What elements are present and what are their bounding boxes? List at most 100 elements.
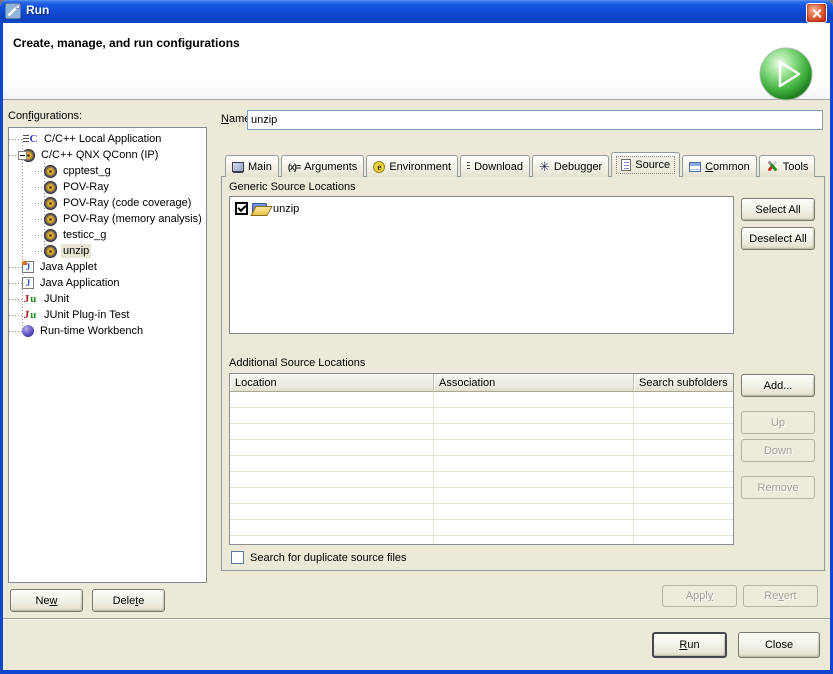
tree-item-label: JUnit Plug-in Test [42, 308, 131, 322]
tree-guide-stub [35, 171, 44, 172]
tree-item-junit-plug-in-test[interactable]: JUnit Plug-in Test [9, 307, 206, 323]
column-header-association[interactable]: Association [434, 374, 634, 392]
name-input[interactable] [247, 110, 823, 130]
tree-guide-stub [35, 251, 44, 252]
tab-label: Arguments [304, 161, 357, 173]
table-row [230, 504, 733, 520]
column-separator [433, 392, 434, 544]
deselect-all-button[interactable]: Deselect All [741, 227, 815, 250]
generic-source-item-unzip[interactable]: unzip [230, 197, 733, 215]
source-icon [621, 159, 631, 171]
main-monitor-icon [232, 162, 244, 172]
arguments-icon: (x)= [288, 162, 300, 172]
collapse-expander-icon[interactable] [18, 151, 27, 160]
qnx-gear-icon [44, 181, 57, 194]
tab-label: Download [474, 161, 523, 173]
titlebar[interactable]: Run [0, 0, 833, 23]
qnx-gear-icon [44, 229, 57, 242]
column-header-location[interactable]: Location [230, 374, 434, 392]
tree-guide-stub [9, 315, 22, 316]
tree-item-label: POV-Ray (code coverage) [61, 196, 193, 210]
add-button[interactable]: Add... [741, 374, 815, 397]
column-header-search-subfolders[interactable]: Search subfolders [634, 374, 733, 392]
tab-source[interactable]: Source [611, 152, 680, 177]
close-icon[interactable] [806, 3, 827, 23]
tree-item-label: JUnit [42, 292, 71, 306]
run-dialog: Run Create, manage, and run configuratio… [0, 0, 833, 674]
tree-item-label: POV-Ray (memory analysis) [61, 212, 204, 226]
tab-label: Common [705, 161, 750, 173]
configurations-tree-box[interactable]: C/C++ Local ApplicationC/C++ QNX QConn (… [8, 127, 207, 583]
qnx-gear-icon [44, 213, 57, 226]
apply-button[interactable]: Apply [662, 585, 737, 607]
tab-arguments[interactable]: (x)= Arguments [281, 155, 364, 177]
run-button[interactable]: Run [652, 632, 727, 658]
source-item-label: unzip [273, 203, 299, 215]
tree-item-pov-ray-memory-analysis[interactable]: POV-Ray (memory analysis) [9, 211, 206, 227]
tab-label: Source [635, 159, 670, 171]
table-row [230, 408, 733, 424]
down-button[interactable]: Down [741, 439, 815, 462]
tree-item-run-time-workbench[interactable]: Run-time Workbench [9, 323, 206, 339]
tree-item-testicc-g[interactable]: testicc_g [9, 227, 206, 243]
duplicate-sources-checkbox[interactable] [231, 551, 244, 564]
table-row [230, 392, 733, 408]
duplicate-sources-row: Search for duplicate source files [231, 551, 407, 564]
qnx-gear-icon [44, 197, 57, 210]
tab-common[interactable]: Common [682, 155, 757, 177]
tab-main[interactable]: Main [225, 155, 279, 177]
tab-tools[interactable]: Tools [759, 155, 816, 177]
tree-item-pov-ray-code-coverage[interactable]: POV-Ray (code coverage) [9, 195, 206, 211]
column-separator [633, 392, 634, 544]
tree-item-c-c-local-application[interactable]: C/C++ Local Application [9, 131, 206, 147]
additional-source-locations-label: Additional Source Locations [229, 357, 365, 369]
remove-button[interactable]: Remove [741, 476, 815, 499]
close-button[interactable]: Close [738, 632, 820, 658]
tree-item-pov-ray[interactable]: POV-Ray [9, 179, 206, 195]
download-icon [467, 162, 470, 171]
tab-download[interactable]: Download [460, 155, 530, 177]
source-tab-panel: Generic Source Locations unzip Select Al… [221, 176, 825, 571]
tree-item-label: Run-time Workbench [38, 324, 145, 338]
configurations-tree: C/C++ Local ApplicationC/C++ QNX QConn (… [9, 128, 206, 339]
configurations-label: Configurations: [8, 110, 82, 122]
table-row [230, 520, 733, 536]
tree-item-unzip[interactable]: unzip [9, 243, 206, 259]
bottom-separator [3, 618, 830, 620]
source-checkbox[interactable] [235, 202, 248, 215]
tree-item-java-application[interactable]: Java Application [9, 275, 206, 291]
table-row [230, 440, 733, 456]
tab-label: Debugger [554, 161, 602, 173]
tab-bar: Main (x)= Arguments eEnvironment Download ✳ De… [225, 152, 815, 177]
tab-environment[interactable]: eEnvironment [366, 155, 458, 177]
tree-item-cpptest-g[interactable]: cpptest_g [9, 163, 206, 179]
delete-button[interactable]: Delete [92, 589, 165, 612]
tab-label: Tools [783, 161, 809, 173]
tree-item-label: cpptest_g [61, 164, 113, 178]
tab-debugger[interactable]: ✳ Debugger [532, 155, 609, 177]
tree-guide-stub [9, 267, 22, 268]
duplicate-sources-label: Search for duplicate source files [250, 552, 407, 564]
junit-plugin-icon [22, 309, 39, 321]
window-border-bottom [0, 670, 833, 674]
tree-item-java-applet[interactable]: Java Applet [9, 259, 206, 275]
tree-item-junit[interactable]: JUnit [9, 291, 206, 307]
revert-button[interactable]: Revert [743, 585, 818, 607]
tree-guide-stub [35, 235, 44, 236]
select-all-button[interactable]: Select All [741, 198, 815, 221]
workbench-icon [22, 325, 34, 337]
tree-guide-stub [35, 187, 44, 188]
tree-item-label: C/C++ Local Application [42, 132, 163, 146]
tree-item-label: unzip [61, 244, 91, 258]
tree-item-label: POV-Ray [61, 180, 111, 194]
up-button[interactable]: Up [741, 411, 815, 434]
qnx-gear-icon [44, 245, 57, 258]
new-button[interactable]: New [10, 589, 83, 612]
additional-source-locations-table: LocationAssociationSearch subfolders [229, 373, 734, 545]
header-title: Create, manage, and run configurations [13, 36, 240, 50]
tree-item-c-c-qnx-qconn-ip[interactable]: C/C++ QNX QConn (IP) [9, 147, 206, 163]
generic-source-locations-list[interactable]: unzip [229, 196, 734, 334]
debugger-icon: ✳ [539, 160, 550, 173]
tree-item-label: Java Applet [38, 260, 99, 274]
table-row [230, 488, 733, 504]
